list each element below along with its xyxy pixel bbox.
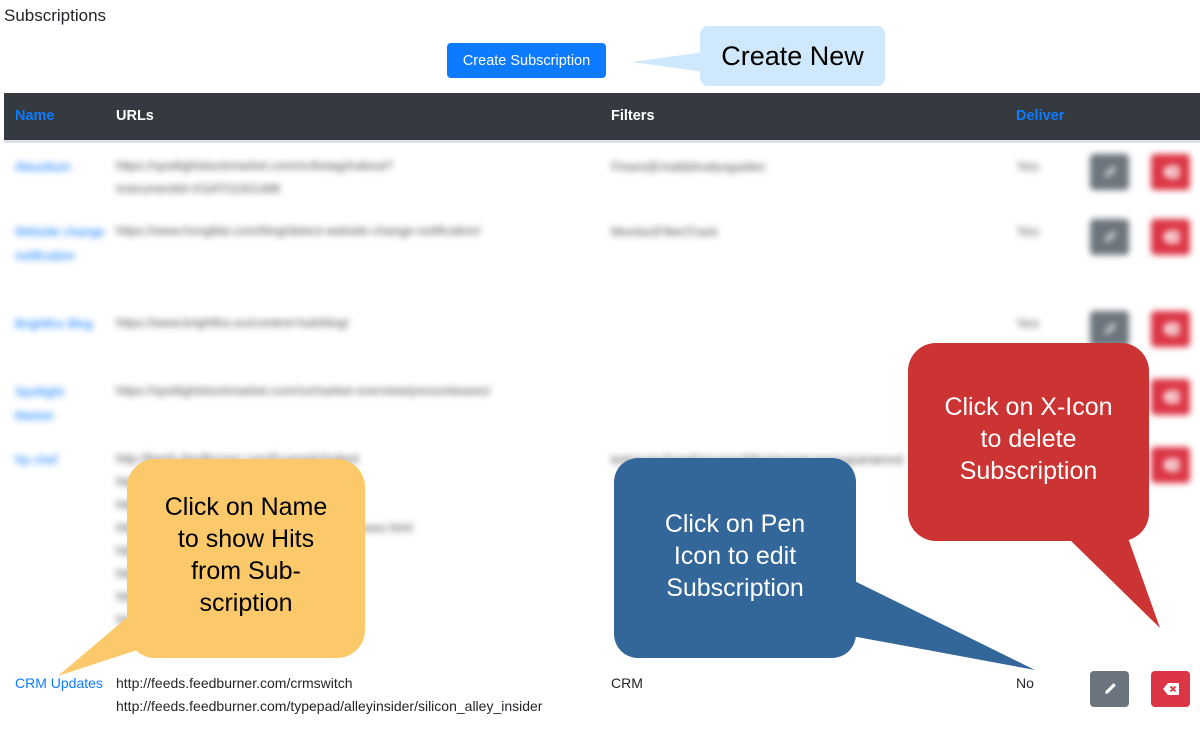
page-title: Subscriptions	[4, 6, 107, 25]
name-callout-line: from Sub-	[191, 557, 301, 585]
url-text: http://feeds.feedburner.com/crmswitch	[116, 675, 353, 691]
delete-button[interactable]	[1151, 311, 1190, 347]
delete-button[interactable]	[1151, 379, 1190, 415]
url-text: https://www.honglitai.com/blog/detect-we…	[116, 224, 481, 238]
url-text: http://feeds.feedburner.com/typepad/alle…	[116, 698, 543, 714]
pencil-icon	[1103, 165, 1117, 179]
subscription-name-link[interactable]: Brightfox Blog	[15, 317, 93, 331]
column-header-filters: Filters	[600, 93, 1005, 143]
backspace-x-icon	[1162, 391, 1179, 403]
filters-text: CRM	[611, 675, 643, 691]
cell-name: Aboutiium	[4, 141, 105, 208]
cell-actions	[1078, 660, 1200, 718]
url-text: https://spotlightstockmarket.com/sv/bola…	[116, 158, 394, 173]
create-callout-text: Create New	[721, 40, 864, 71]
table-row: Aboutiium https://spotlightstockmarket.co…	[4, 141, 1200, 208]
cell-filters: Monitor|Filter|Track	[600, 208, 1005, 300]
cell-name: Ny chef	[4, 436, 105, 660]
cell-deliver: No	[1005, 660, 1078, 718]
name-callout-line: scription	[199, 589, 293, 617]
create-subscription-button[interactable]: Create Subscription	[447, 43, 606, 78]
cell-filters: CRM	[600, 660, 1005, 718]
deliver-text: Yes	[1016, 223, 1039, 239]
cell-name: Brightfox Blog	[4, 300, 105, 368]
filters-text: Finans|Emabl|Analysguiden	[611, 159, 766, 174]
name-callout-line: Click on Name	[164, 493, 328, 521]
backspace-x-icon	[1162, 323, 1179, 335]
backspace-x-icon	[1162, 683, 1179, 695]
edit-button[interactable]	[1090, 311, 1129, 347]
delete-callout-line: to delete	[980, 425, 1077, 453]
create-callout-tail	[632, 52, 704, 72]
cell-urls: https://spotlightstockmarket.com/sv/mark…	[105, 368, 600, 436]
url-text: InstrumentId=XSAT01001488	[116, 181, 281, 196]
table-row: Website change notification https://www.h…	[4, 208, 1200, 300]
column-header-urls: URLs	[105, 93, 600, 143]
column-header-deliver[interactable]: Deliver	[1005, 93, 1078, 143]
url-text: https://spotlightstockmarket.com/sv/mark…	[116, 384, 491, 398]
cell-actions	[1078, 208, 1200, 300]
column-header-name[interactable]: Name	[4, 93, 105, 143]
name-callout-bubble: Click on Name to show Hits from Sub- scr…	[127, 459, 365, 658]
subscription-name-link[interactable]: CRM Updates	[15, 675, 103, 691]
deliver-text: Yes	[1016, 315, 1039, 331]
subscription-name-link[interactable]: Ny chef	[15, 453, 57, 467]
cell-filters: Finans|Emabl|Analysguiden	[600, 141, 1005, 208]
cell-deliver: Yes	[1005, 141, 1078, 208]
backspace-x-icon	[1162, 165, 1179, 178]
column-header-actions	[1078, 93, 1200, 143]
backspace-x-icon	[1162, 459, 1179, 471]
create-callout-bubble: Create New	[700, 26, 885, 86]
cell-name: CRM Updates	[4, 660, 105, 718]
edit-button[interactable]	[1090, 219, 1129, 255]
pencil-icon	[1103, 230, 1117, 244]
table-header-row: Name URLs Filters Deliver	[4, 93, 1200, 143]
cell-deliver: Yes	[1005, 208, 1078, 300]
filters-text: Monitor|Filter|Track	[611, 225, 718, 239]
delete-callout-line: Subscription	[959, 457, 1098, 485]
pencil-icon	[1103, 682, 1117, 696]
delete-button[interactable]	[1151, 447, 1190, 483]
deliver-text: Yes	[1016, 157, 1039, 174]
cell-name: Website change notification	[4, 208, 105, 300]
deliver-text: No	[1016, 675, 1034, 691]
edit-callout-line: Subscription	[666, 574, 804, 602]
cell-urls: https://www.honglitai.com/blog/detect-we…	[105, 208, 600, 300]
backspace-x-icon	[1162, 231, 1179, 243]
delete-button[interactable]	[1151, 671, 1190, 707]
delete-callout-bubble: Click on X-Icon to delete Subscription	[908, 343, 1149, 541]
delete-button[interactable]	[1151, 219, 1190, 255]
subscription-name-link[interactable]: Aboutiium	[15, 160, 71, 174]
subscription-name-link[interactable]: Website change notification	[15, 225, 104, 263]
delete-button[interactable]	[1151, 153, 1190, 190]
cell-name: Spotlight Market	[4, 368, 105, 436]
table-row: CRM Updates http://feeds.feedburner.com/c…	[4, 660, 1200, 718]
name-callout-line: to show Hits	[177, 525, 315, 553]
edit-callout-bubble: Click on Pen Icon to edit Subscription	[614, 458, 856, 658]
edit-button[interactable]	[1090, 153, 1129, 190]
cell-urls: http://feeds.feedburner.com/crmswitch htt…	[105, 660, 600, 718]
url-text: https://www.brightfox.eu/content-hub/blo…	[116, 316, 349, 330]
edit-callout-line: Icon to edit	[673, 542, 797, 570]
delete-callout-line: Click on X-Icon	[944, 393, 1113, 421]
cell-urls: https://spotlightstockmarket.com/sv/bola…	[105, 141, 600, 208]
cell-actions	[1078, 141, 1200, 208]
edit-button[interactable]	[1090, 671, 1129, 707]
pencil-icon	[1103, 322, 1117, 336]
cell-urls: https://www.brightfox.eu/content-hub/blo…	[105, 300, 600, 368]
edit-callout-line: Click on Pen	[664, 510, 806, 538]
subscription-name-link[interactable]: Spotlight Market	[15, 385, 64, 423]
